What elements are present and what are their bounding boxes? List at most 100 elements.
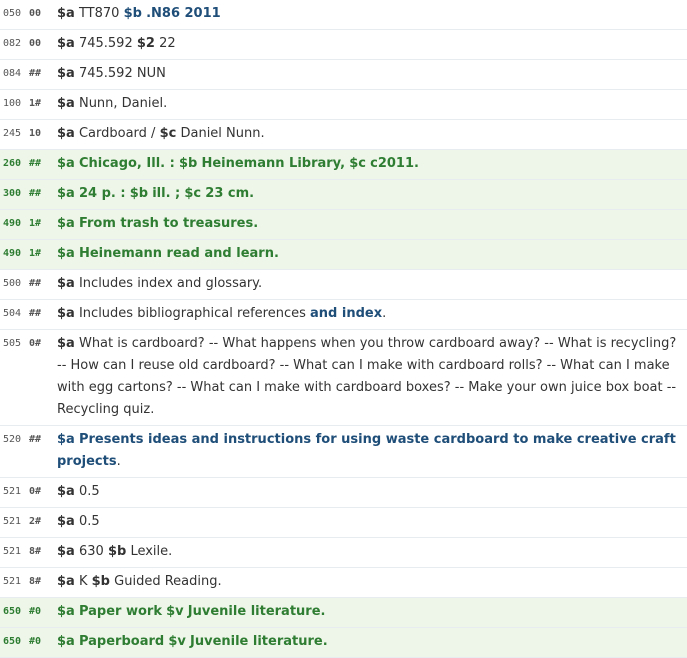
marc-field-row: 650 #0 $a Paperboard $v Juvenile literatur…: [0, 628, 687, 658]
marc-tag: 260: [3, 158, 22, 169]
marc-indicators: 2#: [29, 516, 42, 527]
marc-field-content: $a Chicago, Ill. : $b Heinemann Library,…: [57, 153, 687, 175]
marc-indicators: 0#: [29, 486, 42, 497]
marc-tag: 245: [3, 128, 22, 139]
subfield-value: TT870: [78, 6, 120, 21]
marc-tag: 521: [3, 516, 22, 527]
marc-tag: 500: [3, 278, 22, 289]
marc-indicators: ##: [29, 188, 42, 199]
marc-field-row: 490 1# $a From trash to treasures.: [0, 210, 687, 240]
subfield-code: $c: [349, 156, 366, 171]
subfield-code: $b: [178, 156, 198, 171]
marc-indicators: ##: [29, 434, 42, 445]
subfield-value: 23 cm.: [205, 186, 255, 201]
marc-field-content: $a 630 $b Lexile.: [57, 541, 687, 563]
subfield-value: Lexile.: [130, 544, 173, 559]
marc-field-row: 500 ## $a Includes index and glossary.: [0, 270, 687, 300]
marc-field-row: 520 ## $a Presents ideas and instructions …: [0, 426, 687, 478]
marc-field-row: 100 1# $a Nunn, Daniel.: [0, 90, 687, 120]
marc-field-content: $a Paperboard $v Juvenile literature.: [57, 631, 687, 653]
subfield-code: $a: [57, 246, 75, 261]
marc-field-row: 082 00 $a 745.592 $2 22: [0, 30, 687, 60]
subfield-value: Paper work: [78, 604, 162, 619]
subfield-value: Daniel Nunn.: [180, 126, 265, 141]
marc-indicators: #0: [29, 636, 42, 647]
marc-tag: 521: [3, 546, 22, 557]
marc-tag: 082: [3, 38, 22, 49]
marc-indicators: 8#: [29, 546, 42, 557]
subfield-value: 745.592 NUN: [78, 66, 166, 81]
marc-indicators: 1#: [29, 248, 42, 259]
marc-field-content: $a 745.592 NUN: [57, 63, 687, 85]
subfield-code: $a: [57, 514, 75, 529]
subfield-value: Juvenile literature.: [187, 604, 326, 619]
marc-field-row: 084 ## $a 745.592 NUN: [0, 60, 687, 90]
marc-indicators: 00: [29, 38, 42, 49]
marc-indicators: ##: [29, 308, 42, 319]
subfield-code: $a: [57, 216, 75, 231]
marc-field-content: $a K $b Guided Reading.: [57, 571, 687, 593]
marc-tag: 100: [3, 98, 22, 109]
subfield-value: 22: [159, 36, 176, 51]
marc-indicators: 10: [29, 128, 42, 139]
marc-tag: 490: [3, 248, 22, 259]
subfield-value: What is cardboard? -- What happens when …: [57, 336, 677, 417]
subfield-code: $c: [184, 186, 202, 201]
marc-indicators: ##: [29, 158, 42, 169]
subfield-value: c2011.: [370, 156, 419, 171]
subfield-value: 0.5: [78, 484, 100, 499]
subfield-code: $c: [159, 126, 177, 141]
marc-field-content: $a From trash to treasures.: [57, 213, 687, 235]
subfield-code: $a: [57, 306, 75, 321]
subfield-code: $a: [57, 276, 75, 291]
subfield-value: 0.5: [78, 514, 100, 529]
subfield-value: 630: [78, 544, 104, 559]
marc-indicators: 8#: [29, 576, 42, 587]
subfield-code: $a: [57, 66, 75, 81]
subfield-value: ill. ;: [152, 186, 181, 201]
subfield-code: $v: [168, 634, 186, 649]
subfield-value: and index: [310, 306, 383, 321]
marc-field-row: 521 8# $a 630 $b Lexile.: [0, 538, 687, 568]
subfield-code: $a: [57, 336, 75, 351]
subfield-code: $a: [57, 484, 75, 499]
marc-field-content: $a 0.5: [57, 511, 687, 533]
marc-field-row: 050 00 $a TT870 $b .N86 2011: [0, 0, 687, 30]
marc-record-table: 050 00 $a TT870 $b .N86 2011 082 00 $a 745.59…: [0, 0, 687, 658]
marc-field-content: $a 0.5: [57, 481, 687, 503]
marc-tag: 650: [3, 606, 22, 617]
marc-tag: 084: [3, 68, 22, 79]
marc-indicators: ##: [29, 278, 42, 289]
marc-field-row: 504 ## $a Includes bibliographical referen…: [0, 300, 687, 330]
subfield-value: Heinemann Library,: [201, 156, 346, 171]
marc-tag: 300: [3, 188, 22, 199]
marc-field-row: 521 0# $a 0.5: [0, 478, 687, 508]
subfield-code: $a: [57, 156, 75, 171]
subfield-value: K: [78, 574, 88, 589]
subfield-value: Presents ideas and instructions for usin…: [57, 432, 676, 469]
subfield-code: $b: [107, 544, 127, 559]
marc-field-content: $a TT870 $b .N86 2011: [57, 3, 687, 25]
subfield-code: $a: [57, 96, 75, 111]
subfield-code: $b: [123, 6, 142, 21]
marc-field-row: 245 10 $a Cardboard / $c Daniel Nunn.: [0, 120, 687, 150]
marc-field-row: 260 ## $a Chicago, Ill. : $b Heinemann Lib…: [0, 150, 687, 180]
marc-field-content: $a Presents ideas and instructions for u…: [57, 429, 687, 473]
subfield-value: Nunn, Daniel.: [78, 96, 168, 111]
subfield-value: Juvenile literature.: [190, 634, 328, 649]
subfield-code: $a: [57, 432, 75, 447]
subfield-code: $b: [129, 186, 149, 201]
subfield-value: From trash to treasures.: [78, 216, 259, 231]
marc-tag: 650: [3, 636, 22, 647]
subfield-value: Includes index and glossary.: [78, 276, 263, 291]
marc-field-content: $a 24 p. : $b ill. ; $c 23 cm.: [57, 183, 687, 205]
marc-indicators: 1#: [29, 98, 42, 109]
marc-field-content: $a Includes index and glossary.: [57, 273, 687, 295]
subfield-code: $a: [57, 574, 75, 589]
subfield-value: Paperboard: [78, 634, 165, 649]
subfield-value: Guided Reading.: [114, 574, 222, 589]
subfield-value: .: [382, 306, 387, 321]
subfield-value: Chicago, Ill. :: [78, 156, 175, 171]
marc-field-content: $a Heinemann read and learn.: [57, 243, 687, 265]
subfield-value: Heinemann read and learn.: [78, 246, 279, 261]
